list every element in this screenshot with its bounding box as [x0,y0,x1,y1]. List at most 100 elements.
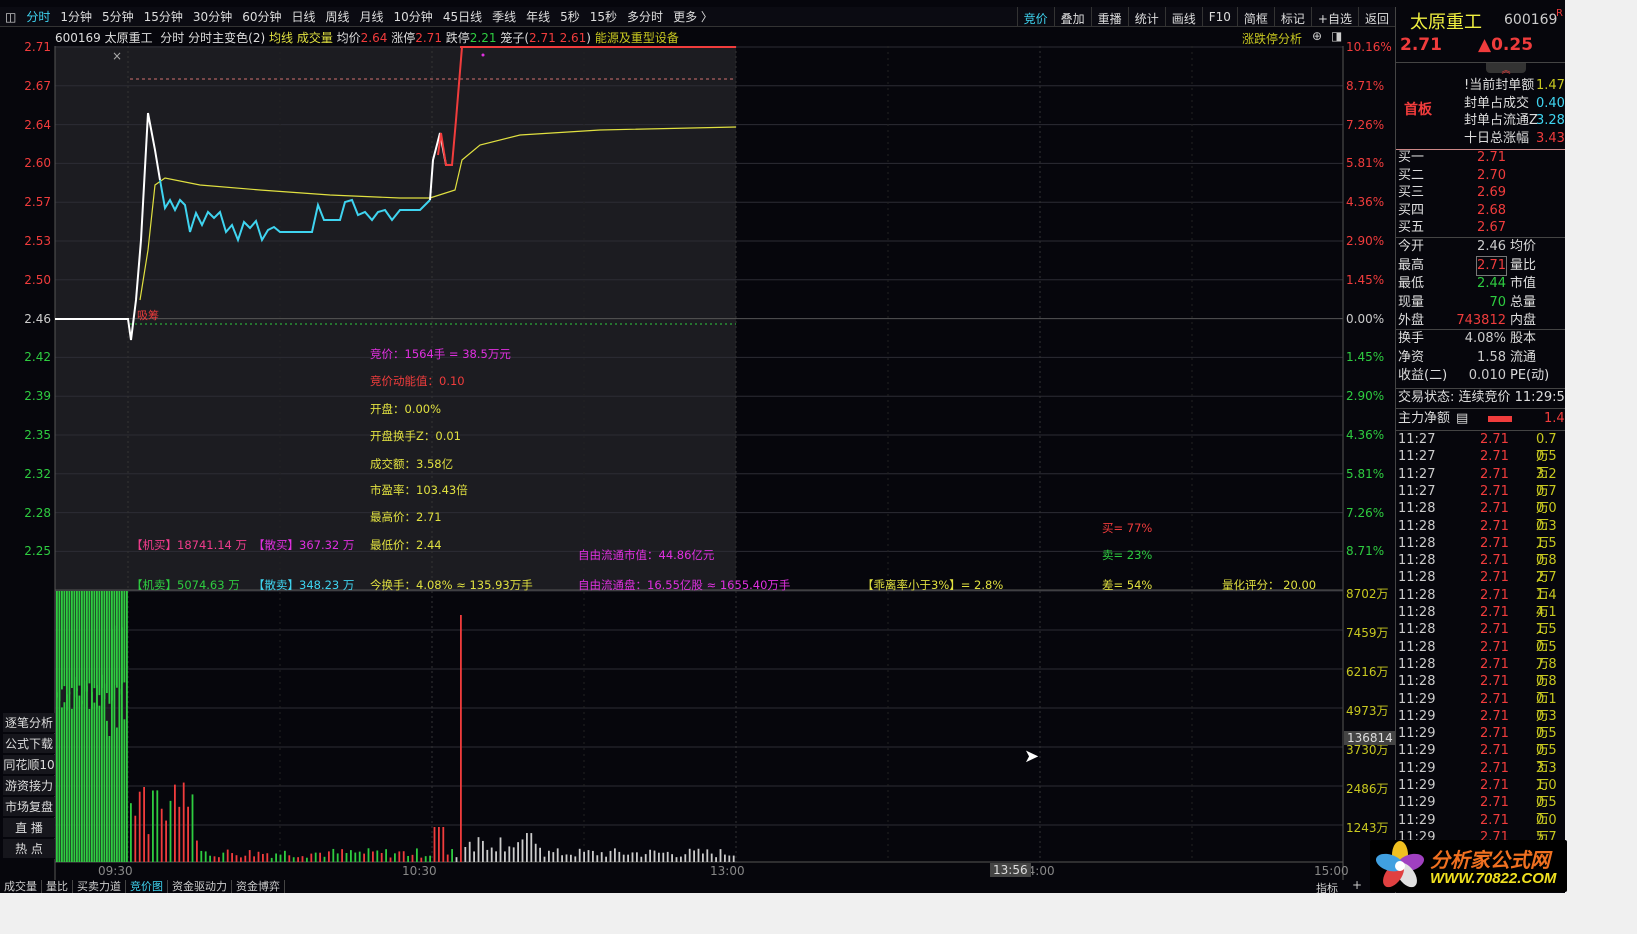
bid-price: 2.70 [1477,167,1506,183]
indicator-tab[interactable]: 竞价图 [126,880,168,893]
indicator-tab[interactable]: 资金博弈 [232,880,285,893]
quote-panel: 太原重工 600169 R 2.71 ▲0.25 ︽ 首板 !当前封单额 1.47… [1395,7,1565,893]
volume-bar [61,707,63,862]
volume-bar [464,846,467,862]
stat-row: 收益(二) 0.010 PE(动) [1398,367,1565,385]
volume-bar [354,852,357,862]
auction-bar [81,591,83,705]
volume-bar [438,827,440,862]
seal-value: 0.40倍 [1536,95,1565,111]
volume-bar [231,853,233,862]
indicator-tab[interactable]: 量比 [42,880,73,893]
volume-bar [517,842,519,862]
volume-bar [96,685,98,862]
mouse-cursor-icon: ➤ [1024,746,1040,767]
volume-bar [671,854,673,862]
indicator-tab[interactable]: 买卖力道 [73,880,126,893]
side-button[interactable]: 市场复盘 [3,797,55,817]
volume-bar [605,856,607,862]
stat-row: 今开 2.46 均价 [1398,238,1565,256]
list-icon[interactable]: ▤ [1456,410,1468,428]
volume-bar [58,689,61,862]
volume-bar [640,856,643,862]
seal-label: 封单占流通Z [1464,113,1538,128]
bid-row[interactable]: 买二 2.70 [1398,167,1565,185]
side-button[interactable]: 热 点 [3,839,55,859]
price-tick: 2.67 [24,78,51,93]
volume-bar [649,849,651,862]
percent-tick: 4.36% [1346,195,1385,210]
stat-field: 流通 [1510,349,1537,365]
bid-row[interactable]: 买三 2.69 [1398,184,1565,202]
side-button[interactable]: 逐笔分析 [3,713,55,733]
volume-bar [508,846,511,862]
volume-bar [583,851,585,862]
auction-bar [83,591,86,692]
overlay-auction: 竞价：1564手 = 38.5万元 [370,347,511,361]
tick-row: 11:28 2.71 1.4万 [1398,587,1565,620]
volume-bar [200,850,203,862]
volume-bar [310,853,313,862]
bid-row[interactable]: 买一 2.71 [1398,149,1565,167]
bid-label: 买二 [1398,167,1425,183]
bid-row[interactable]: 买五 2.67 [1398,219,1565,237]
volume-bar [226,849,229,862]
volume-bar [680,856,682,862]
close-icon[interactable]: × [112,49,122,63]
volume-bar [191,794,194,862]
bid-row[interactable]: 买四 2.68 [1398,202,1565,220]
tick-row: 11:29 2.71 0.5万 [1398,794,1565,827]
volume-bar [257,851,260,862]
volume-bar [548,850,550,862]
volume-bar [499,837,502,862]
percent-tick: 4.36% [1346,428,1385,442]
indicator-tab[interactable]: 资金驱动力 [168,880,232,893]
quote-stock-code: 600169 [1504,12,1558,28]
watermark-logo: 分析家公式网 WWW.70822.COM [1370,840,1567,892]
indicator-button[interactable]: 指标 [1316,880,1338,896]
overlay-open-turnover: 开盘换手Z：0.01 [370,429,461,443]
tick-time: 11:29 [1398,760,1436,776]
price-change: ▲0.25 [1478,35,1534,55]
watermark-url: WWW.70822.COM [1430,870,1557,887]
accumulate-label: 吸筹 [137,309,159,322]
seal-value: 3.28% [1536,113,1565,128]
side-button[interactable]: 游资接力 [3,776,55,796]
side-button[interactable]: 直 播 [3,818,55,838]
quote-stock-name: 太原重工 [1410,12,1482,33]
volume-bar [732,855,735,862]
stat-row: 换手 4.08% 股本 [1398,330,1565,348]
volume-bar [706,849,709,862]
volume-bar [103,683,106,862]
main-net-label: 主力净额 [1398,411,1451,426]
volume-bar [460,615,462,862]
tick-time: 11:28 [1398,674,1436,690]
volume-bar [724,854,726,862]
side-button[interactable]: 公式下载 [3,734,55,754]
volume-bar [350,850,352,862]
volume-bar [143,787,145,862]
volume-bar [336,853,339,862]
tick-time: 11:29 [1398,691,1436,707]
volume-bar [288,855,291,862]
add-indicator-button[interactable]: + [1352,878,1362,892]
volume-bar [662,852,665,862]
indicator-tab[interactable]: 成交量 [0,880,42,893]
stat-row: 外盘 743812 内盘 [1398,312,1565,330]
stat-field: 股本 [1510,331,1537,346]
tick-time: 11:28 [1398,518,1436,534]
side-button[interactable]: 同花顺10 [3,755,55,775]
tick-time: 11:28 [1398,605,1436,620]
tick-price: 2.71 [1480,518,1509,534]
intraday-chart[interactable]: × [0,0,1395,880]
volume-bar [394,853,396,862]
stat-row: 净资 1.58 流通 [1398,349,1565,367]
overlay-low: 最低价：2.44 [370,538,442,552]
seal-label: 封单占成交 [1464,95,1530,111]
main-net-value: 1.40 [1544,411,1565,426]
collapse-icon[interactable]: ︽ [1486,63,1526,76]
volume-bar [345,853,348,862]
bid-price: 2.71 [1477,150,1506,165]
volume-tick: 8702万 [1346,587,1389,601]
tick-row: 11:28 2.71 2.7万 [1398,569,1565,602]
